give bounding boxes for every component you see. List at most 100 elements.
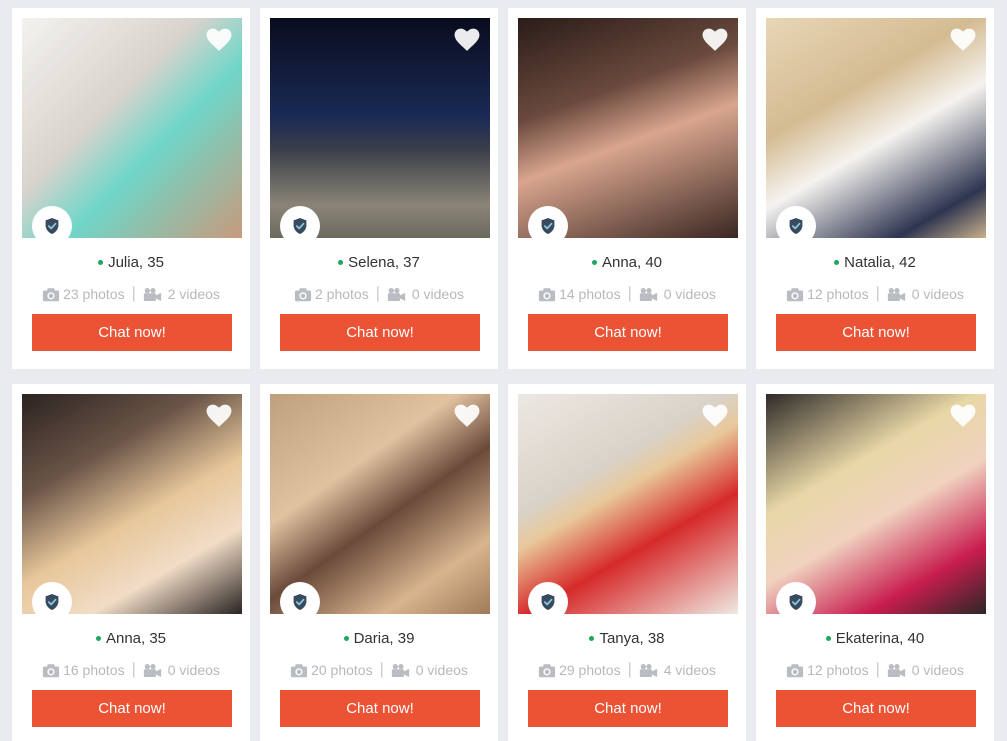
photos-count: 16 photos <box>63 662 125 678</box>
photos-stat[interactable]: 12 photos <box>786 286 869 302</box>
profile-photo[interactable] <box>22 394 242 614</box>
photos-stat[interactable]: 20 photos <box>290 662 373 678</box>
videos-count: 0 videos <box>415 662 468 678</box>
shield-check-icon <box>528 582 568 614</box>
videos-stat[interactable]: 0 videos <box>387 286 464 302</box>
media-stats: 23 photos | 2 videos <box>22 284 240 304</box>
stats-separator: | <box>375 285 380 302</box>
media-stats: 2 photos | 0 videos <box>270 284 488 304</box>
profile-name-row[interactable]: Anna, 35 <box>22 628 240 648</box>
profile-name-row[interactable]: Julia, 35 <box>22 252 240 272</box>
stats-separator: | <box>379 661 384 678</box>
video-camera-icon <box>387 287 406 302</box>
profile-card[interactable]: Tanya, 38 29 photos | 4 videos Chat now! <box>508 384 746 741</box>
videos-count: 0 videos <box>411 286 465 302</box>
camera-icon <box>294 287 312 302</box>
profile-photo[interactable] <box>22 18 242 238</box>
photos-stat[interactable]: 14 photos <box>538 286 621 302</box>
videos-stat[interactable]: 0 videos <box>391 662 468 678</box>
camera-icon <box>290 663 308 678</box>
profile-name-row[interactable]: Ekaterina, 40 <box>766 628 984 648</box>
chat-now-button[interactable]: Chat now! <box>776 690 976 727</box>
profile-name-row[interactable]: Daria, 39 <box>270 628 488 648</box>
profile-name-row[interactable]: Anna, 40 <box>518 252 736 272</box>
photos-stat[interactable]: 29 photos <box>538 662 621 678</box>
profile-name-row[interactable]: Natalia, 42 <box>766 252 984 272</box>
heart-icon[interactable] <box>950 28 976 52</box>
photos-count: 2 photos <box>314 286 369 302</box>
chat-now-button[interactable]: Chat now! <box>528 690 728 727</box>
videos-stat[interactable]: 0 videos <box>143 662 220 678</box>
profile-name-age: Natalia, 42 <box>844 253 916 271</box>
online-indicator <box>825 635 831 641</box>
videos-count: 0 videos <box>663 286 716 302</box>
video-camera-icon <box>143 287 162 302</box>
media-stats: 12 photos | 0 videos <box>766 660 984 680</box>
stats-separator: | <box>627 661 632 678</box>
heart-icon[interactable] <box>702 404 728 428</box>
photos-stat[interactable]: 16 photos <box>42 662 125 678</box>
videos-stat[interactable]: 0 videos <box>639 286 716 302</box>
chat-now-button[interactable]: Chat now! <box>776 314 976 351</box>
videos-stat[interactable]: 4 videos <box>639 662 716 678</box>
profile-photo[interactable] <box>270 18 490 238</box>
media-stats: 14 photos | 0 videos <box>518 284 736 304</box>
video-camera-icon <box>639 663 658 678</box>
camera-icon <box>786 287 804 302</box>
profile-card[interactable]: Daria, 39 20 photos | 0 videos Chat now! <box>260 384 498 741</box>
online-indicator <box>834 259 840 265</box>
photos-stat[interactable]: 23 photos <box>42 286 125 302</box>
profile-card[interactable]: Anna, 35 16 photos | 0 videos Chat now! <box>12 384 250 741</box>
profile-card[interactable]: Natalia, 42 12 photos | 0 videos Chat no… <box>756 8 994 369</box>
online-indicator <box>343 635 349 641</box>
shield-check-icon <box>32 582 72 614</box>
heart-icon[interactable] <box>950 404 976 428</box>
profile-photo[interactable] <box>518 394 738 614</box>
online-indicator <box>589 635 595 641</box>
profile-photo[interactable] <box>766 18 986 238</box>
photos-stat[interactable]: 2 photos <box>294 286 369 302</box>
videos-stat[interactable]: 2 videos <box>143 286 220 302</box>
online-indicator <box>95 635 101 641</box>
online-indicator <box>338 259 344 265</box>
profile-name-age: Julia, 35 <box>108 253 164 271</box>
profile-card[interactable]: Ekaterina, 40 12 photos | 0 videos Chat … <box>756 384 994 741</box>
heart-icon[interactable] <box>702 28 728 52</box>
profile-name-row[interactable]: Tanya, 38 <box>518 628 736 648</box>
profile-name-row[interactable]: Selena, 37 <box>270 252 488 272</box>
profile-name-age: Anna, 40 <box>601 253 663 271</box>
photos-stat[interactable]: 12 photos <box>786 662 869 678</box>
heart-icon[interactable] <box>454 28 480 52</box>
heart-icon[interactable] <box>454 404 480 428</box>
chat-now-button[interactable]: Chat now! <box>280 690 480 727</box>
shield-check-icon <box>776 206 816 238</box>
chat-now-button[interactable]: Chat now! <box>32 690 232 727</box>
video-camera-icon <box>143 663 162 678</box>
video-camera-icon <box>887 663 906 678</box>
videos-count: 2 videos <box>167 286 220 302</box>
profile-name-age: Daria, 39 <box>353 629 415 647</box>
video-camera-icon <box>639 287 658 302</box>
profile-photo[interactable] <box>518 18 738 238</box>
profile-photo[interactable] <box>766 394 986 614</box>
profile-card[interactable]: Selena, 37 2 photos | 0 videos Chat now! <box>260 8 498 369</box>
chat-now-button[interactable]: Chat now! <box>32 314 232 351</box>
chat-now-button[interactable]: Chat now! <box>280 314 480 351</box>
online-indicator <box>591 259 597 265</box>
videos-stat[interactable]: 0 videos <box>887 662 964 678</box>
chat-now-button[interactable]: Chat now! <box>528 314 728 351</box>
heart-icon[interactable] <box>206 404 232 428</box>
profile-name-age: Ekaterina, 40 <box>835 629 925 647</box>
profile-card[interactable]: Julia, 35 23 photos | 2 videos Chat now! <box>12 8 250 369</box>
camera-icon <box>538 663 556 678</box>
online-indicator <box>98 259 104 265</box>
profile-name-age: Selena, 37 <box>348 253 420 271</box>
camera-icon <box>42 663 60 678</box>
profile-card[interactable]: Anna, 40 14 photos | 0 videos Chat now! <box>508 8 746 369</box>
profile-photo[interactable] <box>270 394 490 614</box>
shield-check-icon <box>32 206 72 238</box>
heart-icon[interactable] <box>206 28 232 52</box>
videos-stat[interactable]: 0 videos <box>887 286 964 302</box>
camera-icon <box>538 287 556 302</box>
photos-count: 14 photos <box>559 286 621 302</box>
